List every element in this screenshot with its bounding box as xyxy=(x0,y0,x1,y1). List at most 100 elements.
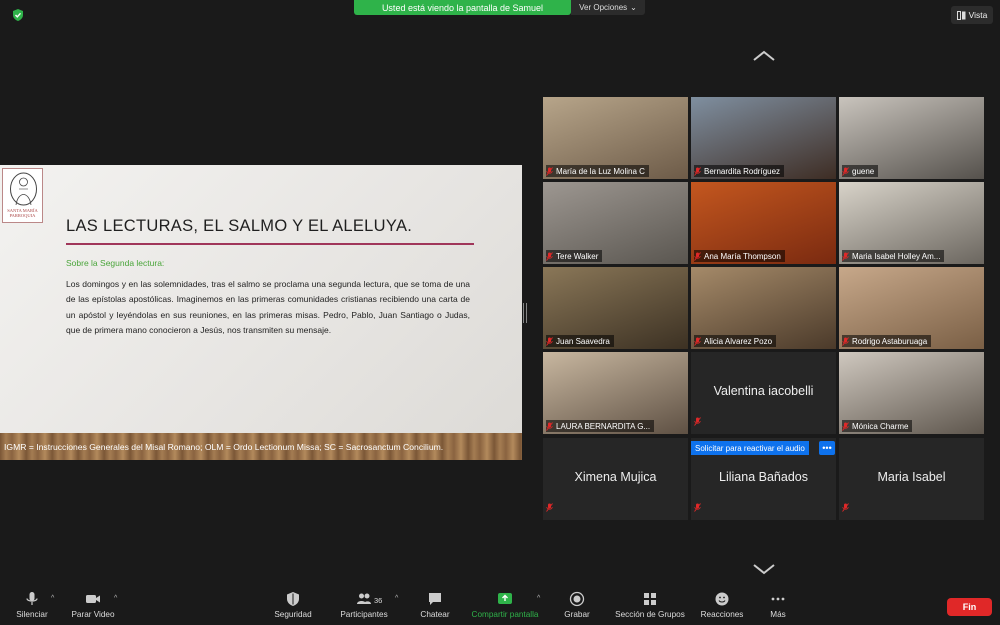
participant-name: LAURA BERNARDITA G... xyxy=(556,421,651,431)
mute-label: Silenciar xyxy=(16,610,48,619)
participant-name: Tere Walker xyxy=(556,251,599,261)
record-icon xyxy=(569,591,585,607)
muted-mic-icon xyxy=(842,166,849,176)
participant-name-tag: Mónica Charme xyxy=(842,420,913,432)
participant-name-tag: guene xyxy=(842,165,879,177)
participant-tile[interactable]: Mónica Charme xyxy=(839,352,984,434)
reactions-button[interactable]: Reacciones xyxy=(698,591,746,623)
participant-tile[interactable]: Tere Walker xyxy=(543,182,688,264)
participants-options-caret-icon[interactable]: ^ xyxy=(395,595,398,602)
participant-tile[interactable]: LAURA BERNARDITA G... xyxy=(543,352,688,434)
chat-button[interactable]: Chatear xyxy=(416,591,454,623)
participant-name: Maria Isabel Holley Am... xyxy=(852,251,941,261)
muted-mic-icon xyxy=(694,166,701,176)
security-button[interactable]: Seguridad xyxy=(270,591,316,623)
participant-name-tag: Bernardita Rodríguez xyxy=(694,165,785,177)
participant-name-tag: Ana María Thompson xyxy=(694,250,785,262)
participant-tile[interactable]: Ximena Mujica xyxy=(543,438,688,520)
chevron-down-icon: ⌄ xyxy=(630,3,637,12)
participant-name: Liliana Bañados xyxy=(719,470,808,484)
participant-name-tag: Tere Walker xyxy=(546,250,603,262)
share-screen-button[interactable]: Compartir pantalla xyxy=(467,591,543,623)
participants-count-badge: 36 xyxy=(374,596,383,605)
share-screen-icon xyxy=(498,593,512,604)
view-options-label: Ver Opciones xyxy=(579,3,628,12)
zoom-meeting-window: Usted está viendo la pantalla de Samuel … xyxy=(0,0,1000,625)
participant-name: Alicia Alvarez Pozo xyxy=(704,336,773,346)
request-unmute-button[interactable]: Solicitar para reactivar el audio xyxy=(691,441,809,455)
logo-text-sub: PARROQUIA xyxy=(9,213,36,219)
participant-tile[interactable]: Alicia Alvarez Pozo xyxy=(691,267,836,349)
participant-name: María de la Luz Molina C xyxy=(556,166,645,176)
participant-tile[interactable]: María de la Luz Molina C xyxy=(543,97,688,179)
participant-tile[interactable]: Valentina iacobelli xyxy=(691,352,836,434)
participant-tile[interactable]: guene xyxy=(839,97,984,179)
end-meeting-button[interactable]: Fin xyxy=(947,598,992,616)
more-label: Más xyxy=(770,610,786,619)
participant-tile[interactable]: Liliana Bañados Solicitar para reactivar … xyxy=(691,438,836,520)
video-camera-icon xyxy=(86,595,100,603)
microphone-icon xyxy=(26,592,38,605)
stop-video-button[interactable]: Parar Video xyxy=(66,591,120,623)
parish-logo: SANTA MARÍA PARROQUIA xyxy=(2,168,43,223)
participant-tile[interactable]: Bernardita Rodríguez xyxy=(691,97,836,179)
encryption-shield-icon[interactable] xyxy=(11,8,25,22)
more-dots-icon xyxy=(771,597,785,601)
security-label: Seguridad xyxy=(274,610,312,619)
share-options-caret-icon[interactable]: ^ xyxy=(537,595,540,602)
participant-mute-indicator xyxy=(694,499,701,517)
participant-name: Juan Saavedra xyxy=(556,336,610,346)
participant-name: Ximena Mujica xyxy=(574,470,657,484)
muted-mic-icon xyxy=(546,336,553,346)
participant-tile[interactable]: Maria Isabel Holley Am... xyxy=(839,182,984,264)
muted-mic-icon xyxy=(694,251,701,261)
breakout-rooms-button[interactable]: Sección de Grupos xyxy=(611,591,689,623)
participant-name: Valentina iacobelli xyxy=(713,384,814,398)
participants-button[interactable]: Participantes xyxy=(336,591,392,623)
participant-name: Maria Isabel xyxy=(877,470,946,484)
participant-mute-indicator xyxy=(842,499,849,517)
participant-tile[interactable]: Juan Saavedra xyxy=(543,267,688,349)
participant-tile[interactable]: Maria Isabel xyxy=(839,438,984,520)
participant-mute-indicator xyxy=(694,413,701,431)
participant-name: Ana María Thompson xyxy=(704,251,781,261)
participants-icon xyxy=(357,593,371,604)
participant-tile[interactable]: Rodrigo Astaburuaga xyxy=(839,267,984,349)
record-button[interactable]: Grabar xyxy=(559,591,595,623)
more-button[interactable]: Más xyxy=(765,591,791,623)
participants-label: Participantes xyxy=(340,610,388,619)
video-options-caret-icon[interactable]: ^ xyxy=(114,595,117,602)
muted-mic-icon xyxy=(546,421,553,431)
audio-options-caret-icon[interactable]: ^ xyxy=(51,595,54,602)
muted-mic-icon xyxy=(694,417,701,426)
mute-button[interactable]: Silenciar xyxy=(12,591,52,623)
muted-mic-icon xyxy=(694,503,701,512)
participant-name-tag: Juan Saavedra xyxy=(546,335,614,347)
slide-footer-abbreviations: IGMR = Instrucciones Generales del Misal… xyxy=(0,433,522,460)
view-options-button[interactable]: Ver Opciones ⌄ xyxy=(571,0,645,15)
record-label: Grabar xyxy=(564,610,590,619)
muted-mic-icon xyxy=(546,166,553,176)
breakout-rooms-label: Sección de Grupos xyxy=(615,610,685,619)
view-button[interactable]: Vista xyxy=(951,6,993,24)
slide-body-text: Los domingos y en las solemnidades, tras… xyxy=(66,279,470,336)
participant-more-button[interactable]: ••• xyxy=(819,441,835,455)
participant-name-tag: Maria Isabel Holley Am... xyxy=(842,250,945,262)
share-screen-label: Compartir pantalla xyxy=(471,610,539,619)
grid-view-icon xyxy=(956,10,966,20)
virgin-mary-icon xyxy=(10,172,37,206)
split-resize-handle[interactable] xyxy=(523,303,527,323)
gallery-page-up-icon[interactable] xyxy=(752,50,776,62)
shared-screen-slide: SANTA MARÍA PARROQUIA LAS LECTURAS, EL S… xyxy=(0,165,522,460)
participant-name-tag: Alicia Alvarez Pozo xyxy=(694,335,777,347)
chat-label: Chatear xyxy=(420,610,450,619)
muted-mic-icon xyxy=(842,421,849,431)
muted-mic-icon xyxy=(694,336,701,346)
slide-title: LAS LECTURAS, EL SALMO Y EL ALELUYA. xyxy=(66,217,413,235)
participant-name: Rodrigo Astaburuaga xyxy=(852,336,928,346)
gallery-page-down-icon[interactable] xyxy=(752,563,776,575)
participant-tile[interactable]: Ana María Thompson xyxy=(691,182,836,264)
muted-mic-icon xyxy=(842,251,849,261)
reaction-smiley-icon xyxy=(715,592,729,606)
participant-mute-indicator xyxy=(546,499,553,517)
